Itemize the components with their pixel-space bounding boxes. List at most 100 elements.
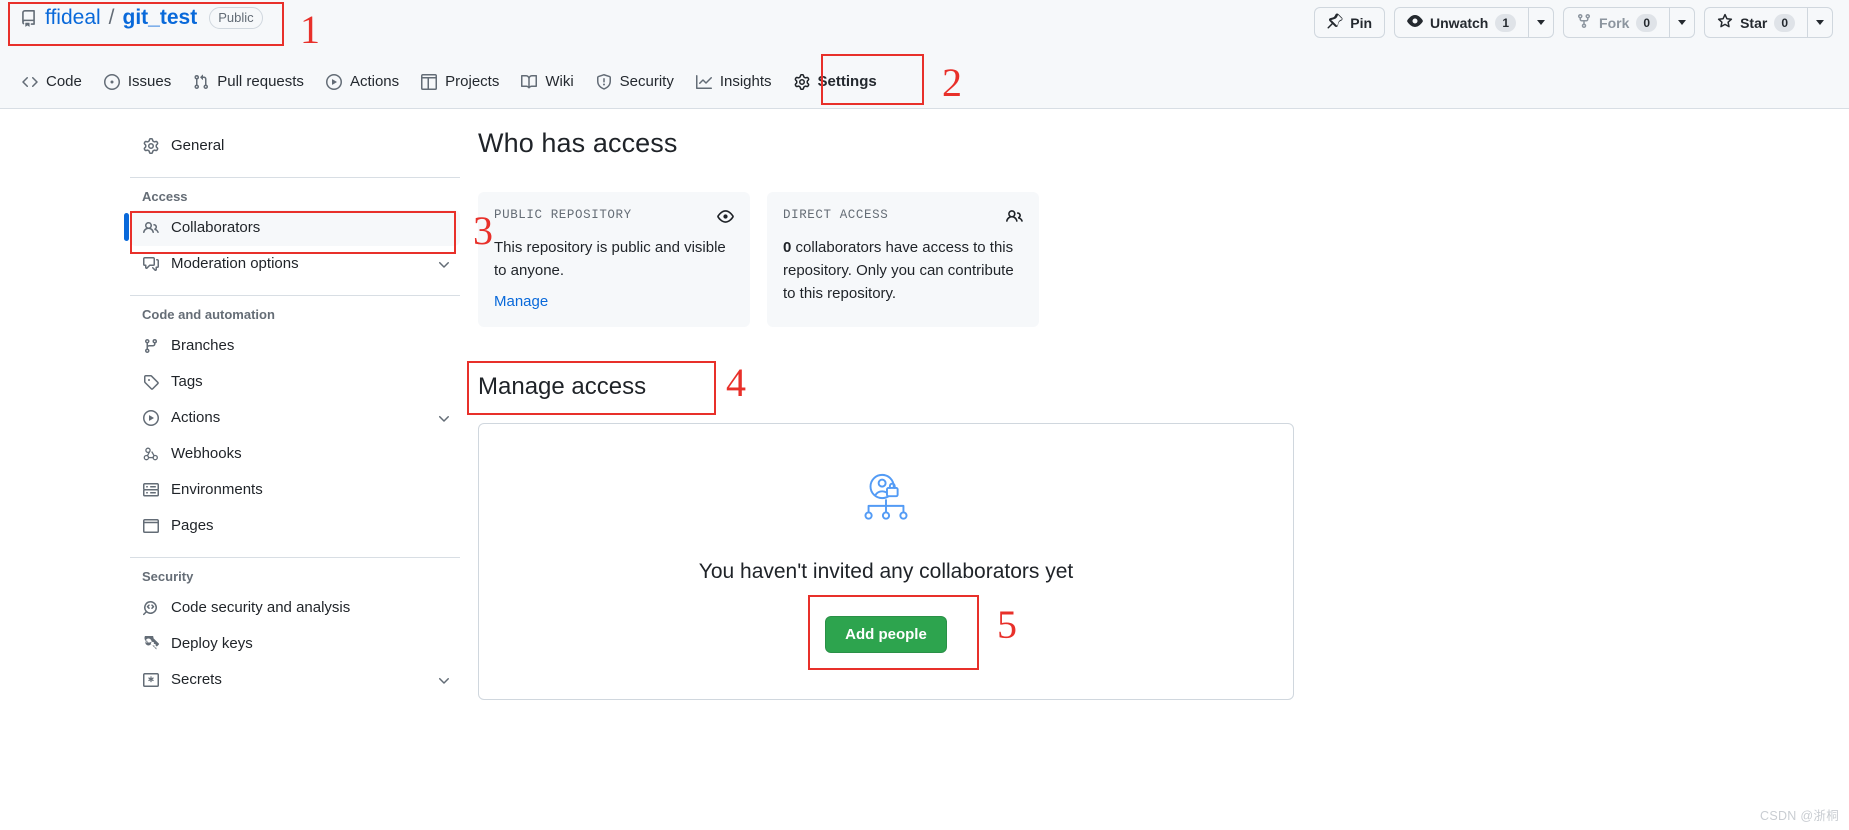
pin-button[interactable]: Pin	[1314, 7, 1386, 38]
code-icon	[22, 74, 38, 90]
repo-icon	[20, 9, 37, 27]
tab-issues[interactable]: Issues	[94, 65, 181, 98]
unwatch-button[interactable]: Unwatch 1	[1394, 7, 1529, 38]
add-people-button[interactable]: Add people	[825, 615, 947, 653]
git-branch-icon	[142, 338, 160, 354]
chevron-down-icon	[436, 410, 452, 426]
chevron-down-icon	[1816, 20, 1824, 25]
public-repository-description: This repository is public and visible to…	[494, 239, 726, 279]
repo-owner-link[interactable]: ffideal	[45, 6, 101, 30]
people-icon	[1006, 208, 1023, 225]
public-repository-card: PUBLIC REPOSITORY This repository is pub…	[478, 192, 750, 327]
comment-discussion-icon	[142, 256, 160, 272]
fork-dropdown-button[interactable]	[1669, 7, 1696, 38]
sidebar-item-tags[interactable]: Tags	[130, 364, 460, 400]
sidebar-item-branches[interactable]: Branches	[130, 328, 460, 364]
repo-nav-tabs: Code Issues Pull requests Actions Projec…	[0, 55, 1849, 109]
tab-actions[interactable]: Actions	[316, 65, 409, 98]
chevron-down-icon	[436, 672, 452, 688]
shield-icon	[596, 73, 612, 90]
settings-main: Who has access PUBLIC REPOSITORY This re…	[478, 128, 1308, 700]
direct-access-card: DIRECT ACCESS 0 collaborators have acces…	[767, 192, 1039, 327]
tab-security-label: Security	[619, 73, 674, 90]
gear-icon	[142, 138, 160, 154]
sidebar-group-code-and-automation: Code and automation	[142, 307, 275, 322]
watch-button-group: Unwatch 1	[1394, 7, 1555, 38]
sidebar-divider	[130, 557, 460, 558]
sidebar-divider	[130, 295, 460, 296]
watch-dropdown-button[interactable]	[1528, 7, 1555, 38]
collaborator-lock-illustration	[855, 471, 917, 538]
repository-settings-page: ffideal / git_test Public Pin Unwatch 1	[0, 0, 1849, 830]
sidebar-item-branches-label: Branches	[171, 337, 235, 354]
sidebar-item-tags-label: Tags	[171, 373, 203, 390]
card-header: PUBLIC REPOSITORY	[494, 208, 734, 225]
fork-button-group: Fork 0	[1563, 7, 1696, 38]
star-icon	[1717, 13, 1733, 32]
sidebar-item-collaborators-label: Collaborators	[171, 219, 261, 236]
eye-icon	[1407, 13, 1423, 32]
tab-projects[interactable]: Projects	[411, 65, 509, 98]
star-button[interactable]: Star 0	[1704, 7, 1807, 38]
public-repository-kicker: PUBLIC REPOSITORY	[494, 208, 632, 222]
collaborators-empty-panel: You haven't invited any collaborators ye…	[478, 423, 1294, 700]
sidebar-item-pages[interactable]: Pages	[130, 508, 460, 544]
tab-code[interactable]: Code	[12, 65, 92, 98]
star-label: Star	[1740, 14, 1768, 31]
tab-settings-label: Settings	[817, 73, 877, 90]
sidebar-item-general[interactable]: General	[130, 128, 460, 164]
play-icon	[325, 73, 342, 90]
sidebar-item-code-security-and-analysis[interactable]: Code security and analysis	[130, 590, 460, 626]
star-dropdown-button[interactable]	[1807, 7, 1833, 38]
sidebar-item-collaborators[interactable]: Collaborators	[124, 210, 460, 246]
pin-icon	[1327, 13, 1343, 32]
empty-state-title: You haven't invited any collaborators ye…	[698, 559, 1074, 583]
sidebar-item-webhooks-label: Webhooks	[171, 445, 242, 462]
tab-pull-requests-label: Pull requests	[217, 73, 304, 90]
graph-icon	[695, 74, 712, 90]
tab-pull-requests[interactable]: Pull requests	[183, 65, 314, 98]
direct-access-kicker: DIRECT ACCESS	[783, 208, 889, 222]
people-icon	[142, 220, 160, 236]
tab-insights[interactable]: Insights	[686, 65, 782, 98]
star-count: 0	[1774, 13, 1795, 32]
unwatch-count: 1	[1495, 13, 1517, 32]
tab-insights-label: Insights	[719, 73, 772, 90]
repo-visibility-badge: Public	[209, 7, 263, 29]
manage-access-heading: Manage access	[478, 373, 647, 400]
webhook-icon	[142, 446, 160, 462]
pin-label: Pin	[1350, 14, 1373, 31]
watermark: CSDN @浙桐	[1760, 809, 1839, 823]
sidebar-group-security: Security	[142, 569, 194, 584]
sidebar-item-moderation-options[interactable]: Moderation options	[130, 246, 460, 282]
tab-code-label: Code	[46, 73, 82, 90]
tab-settings[interactable]: Settings	[784, 65, 887, 98]
sidebar-item-deploy-keys[interactable]: Deploy keys	[130, 626, 460, 662]
sidebar-item-actions[interactable]: Actions	[130, 400, 460, 436]
tab-wiki-label: Wiki	[545, 73, 574, 90]
tab-security[interactable]: Security	[586, 65, 684, 98]
tab-issues-label: Issues	[127, 73, 172, 90]
fork-count: 0	[1636, 13, 1658, 32]
sidebar-item-secrets[interactable]: Secrets	[130, 662, 460, 698]
sidebar-item-secrets-label: Secrets	[171, 671, 222, 688]
sidebar-item-pages-label: Pages	[171, 517, 214, 534]
manage-visibility-link[interactable]: Manage	[494, 293, 548, 310]
fork-button[interactable]: Fork 0	[1563, 7, 1670, 38]
sidebar-group-access: Access	[142, 189, 188, 204]
page-title: Who has access	[478, 128, 678, 158]
book-icon	[521, 74, 538, 90]
sidebar-item-webhooks[interactable]: Webhooks	[130, 436, 460, 472]
settings-sidebar: General Access Collaborators Moderation …	[124, 128, 460, 698]
repo-name-link[interactable]: git_test	[123, 6, 198, 30]
direct-access-description: 0 collaborators have access to this repo…	[783, 236, 1023, 305]
sidebar-item-environments[interactable]: Environments	[130, 472, 460, 508]
chevron-down-icon	[1678, 20, 1687, 25]
sidebar-item-code-security-and-analysis-label: Code security and analysis	[171, 599, 351, 616]
tab-projects-label: Projects	[445, 73, 500, 90]
asterisk-icon	[142, 672, 160, 688]
server-icon	[142, 482, 160, 498]
repo-header-actions: Pin Unwatch 1 Fork 0 Star 0	[1314, 7, 1833, 38]
tab-wiki[interactable]: Wiki	[511, 65, 583, 98]
table-icon	[421, 73, 438, 90]
